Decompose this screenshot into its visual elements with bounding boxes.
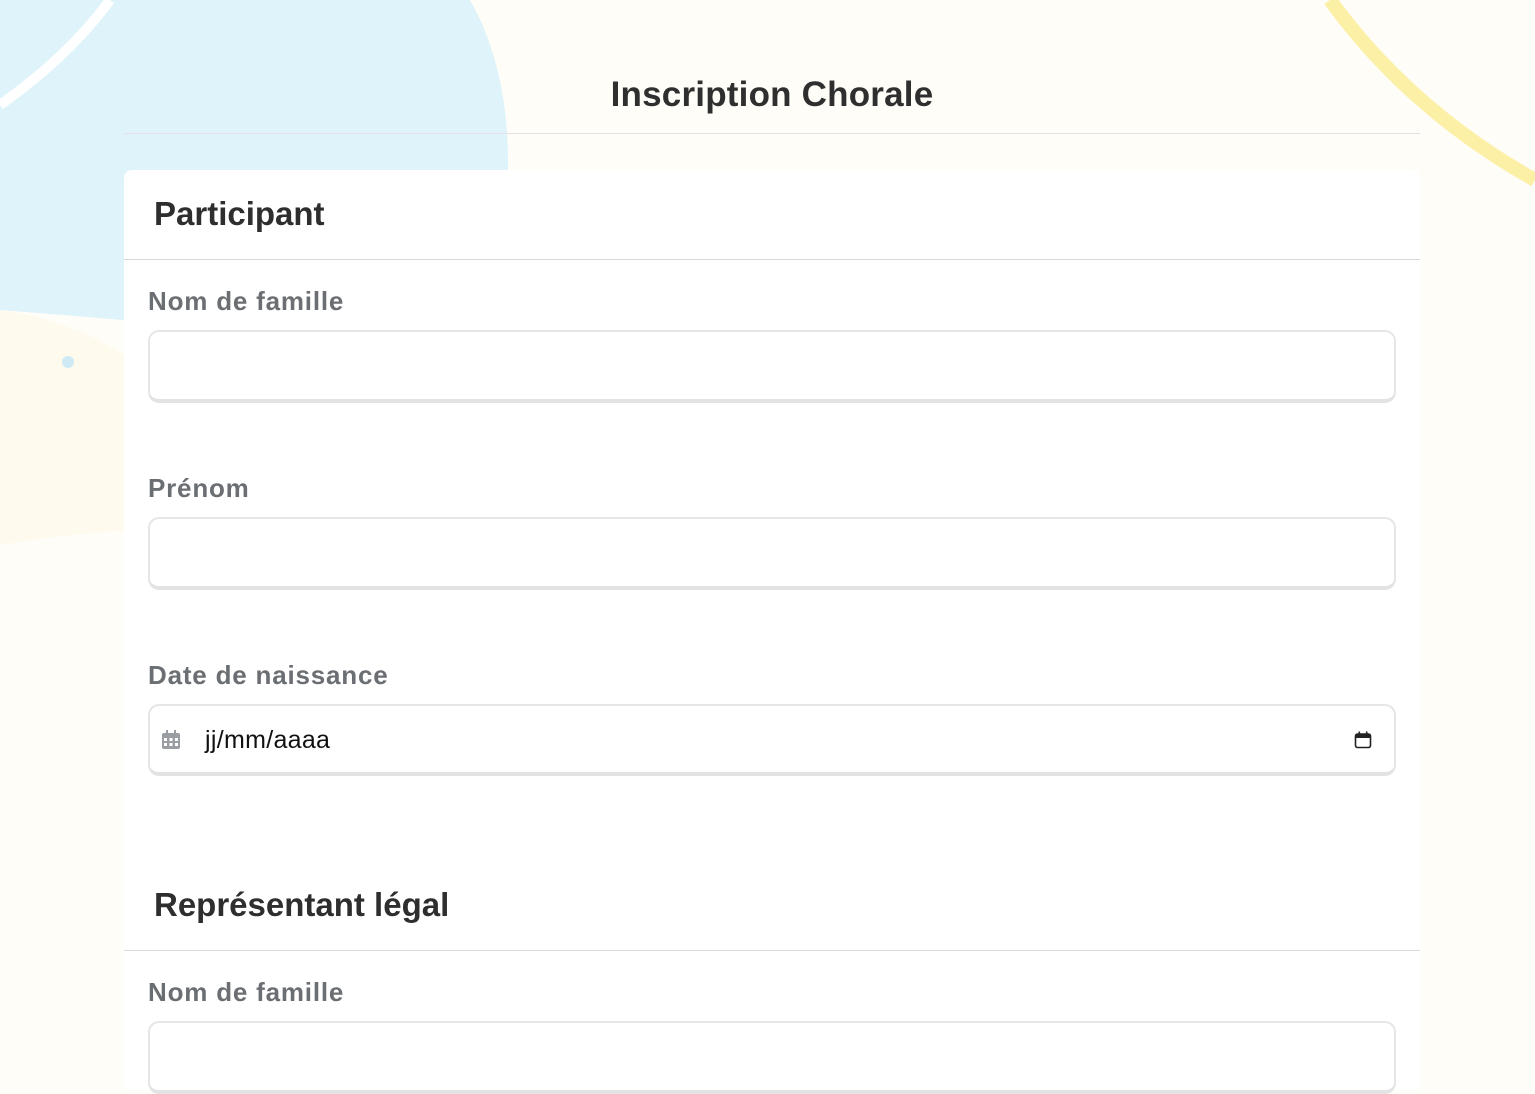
representative-last-name-label: Nom de famille xyxy=(148,977,345,1007)
participant-first-name-label: Prénom xyxy=(148,473,250,503)
representative-last-name-input[interactable] xyxy=(148,1021,1396,1094)
birthdate-placeholder: jj/mm/aaaa xyxy=(205,726,331,754)
participant-last-name-label: Nom de famille xyxy=(148,286,345,316)
section-divider-legal-representative xyxy=(124,950,1420,951)
participant-birthdate-label: Date de naissance xyxy=(148,660,389,690)
participant-first-name-input[interactable] xyxy=(148,517,1396,590)
section-divider-participant xyxy=(124,259,1420,260)
participant-birthdate-input[interactable]: jj/mm/aaaa xyxy=(148,704,1396,776)
section-title-legal-representative: Représentant légal xyxy=(154,886,450,923)
section-title-participant: Participant xyxy=(154,195,325,232)
page-title: Inscription Chorale xyxy=(610,75,934,114)
participant-last-name-input[interactable] xyxy=(148,330,1396,403)
calendar-picker-icon[interactable] xyxy=(1354,731,1372,749)
title-divider xyxy=(124,133,1420,134)
calendar-grid-icon xyxy=(162,730,180,749)
